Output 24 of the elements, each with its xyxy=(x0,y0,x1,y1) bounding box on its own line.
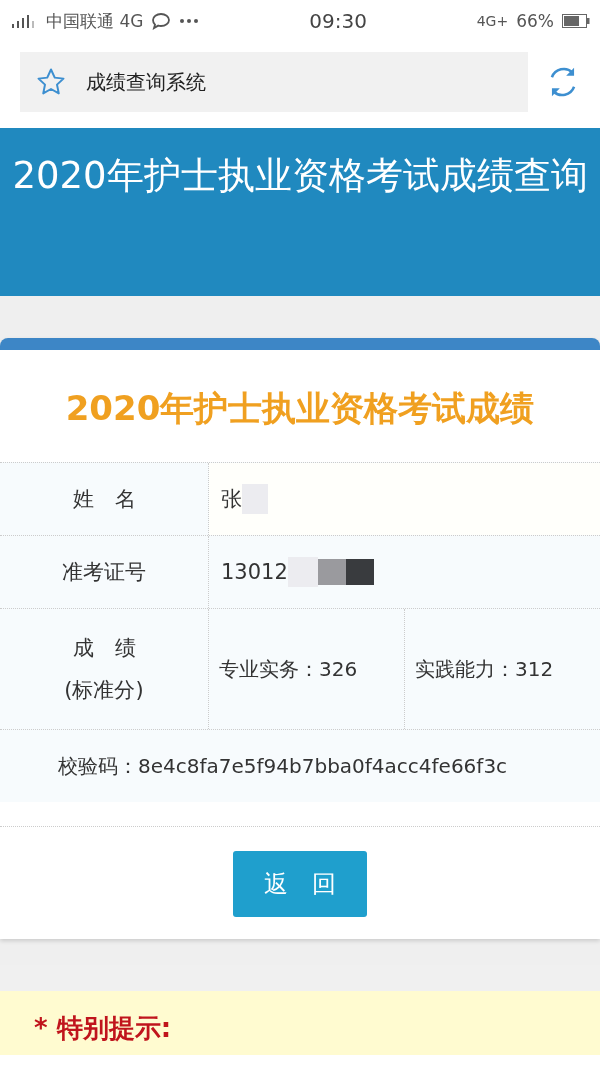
score-value: 实践能力：312 xyxy=(415,655,554,683)
star-icon[interactable] xyxy=(36,67,66,97)
notice-title: * 特别提示: xyxy=(34,1013,172,1043)
field-value: 13012 xyxy=(221,560,288,584)
card-title: 2020年护士执业资格考试成绩 xyxy=(64,387,536,430)
network-type: 4G+ xyxy=(476,13,509,29)
header-title: 2020年护士执业资格考试成绩查询 xyxy=(12,154,588,197)
page-title: 成绩查询系统 xyxy=(86,68,206,96)
field-sublabel: (标准分) xyxy=(64,677,144,704)
field-label: 姓 名 xyxy=(72,486,136,513)
battery-percent: 66% xyxy=(516,11,554,31)
check-code: 校验码：8e4c8fa7e5f94b7bba0f4acc4fe66f3c xyxy=(58,752,508,780)
redaction-block xyxy=(345,559,374,585)
field-label: 成 绩 xyxy=(72,635,136,662)
score-value: 专业实务：326 xyxy=(219,655,358,683)
redaction-block xyxy=(317,559,346,585)
battery-icon xyxy=(562,14,590,28)
address-bar[interactable]: 成绩查询系统 xyxy=(20,52,528,112)
chat-bubble-icon xyxy=(151,12,172,30)
carrier-name: 中国联通 4G xyxy=(46,9,144,33)
more-icon xyxy=(179,18,200,24)
clock-time: 09:30 xyxy=(309,9,367,33)
field-label: 准考证号 xyxy=(62,559,146,586)
field-value: 张 xyxy=(221,486,242,513)
